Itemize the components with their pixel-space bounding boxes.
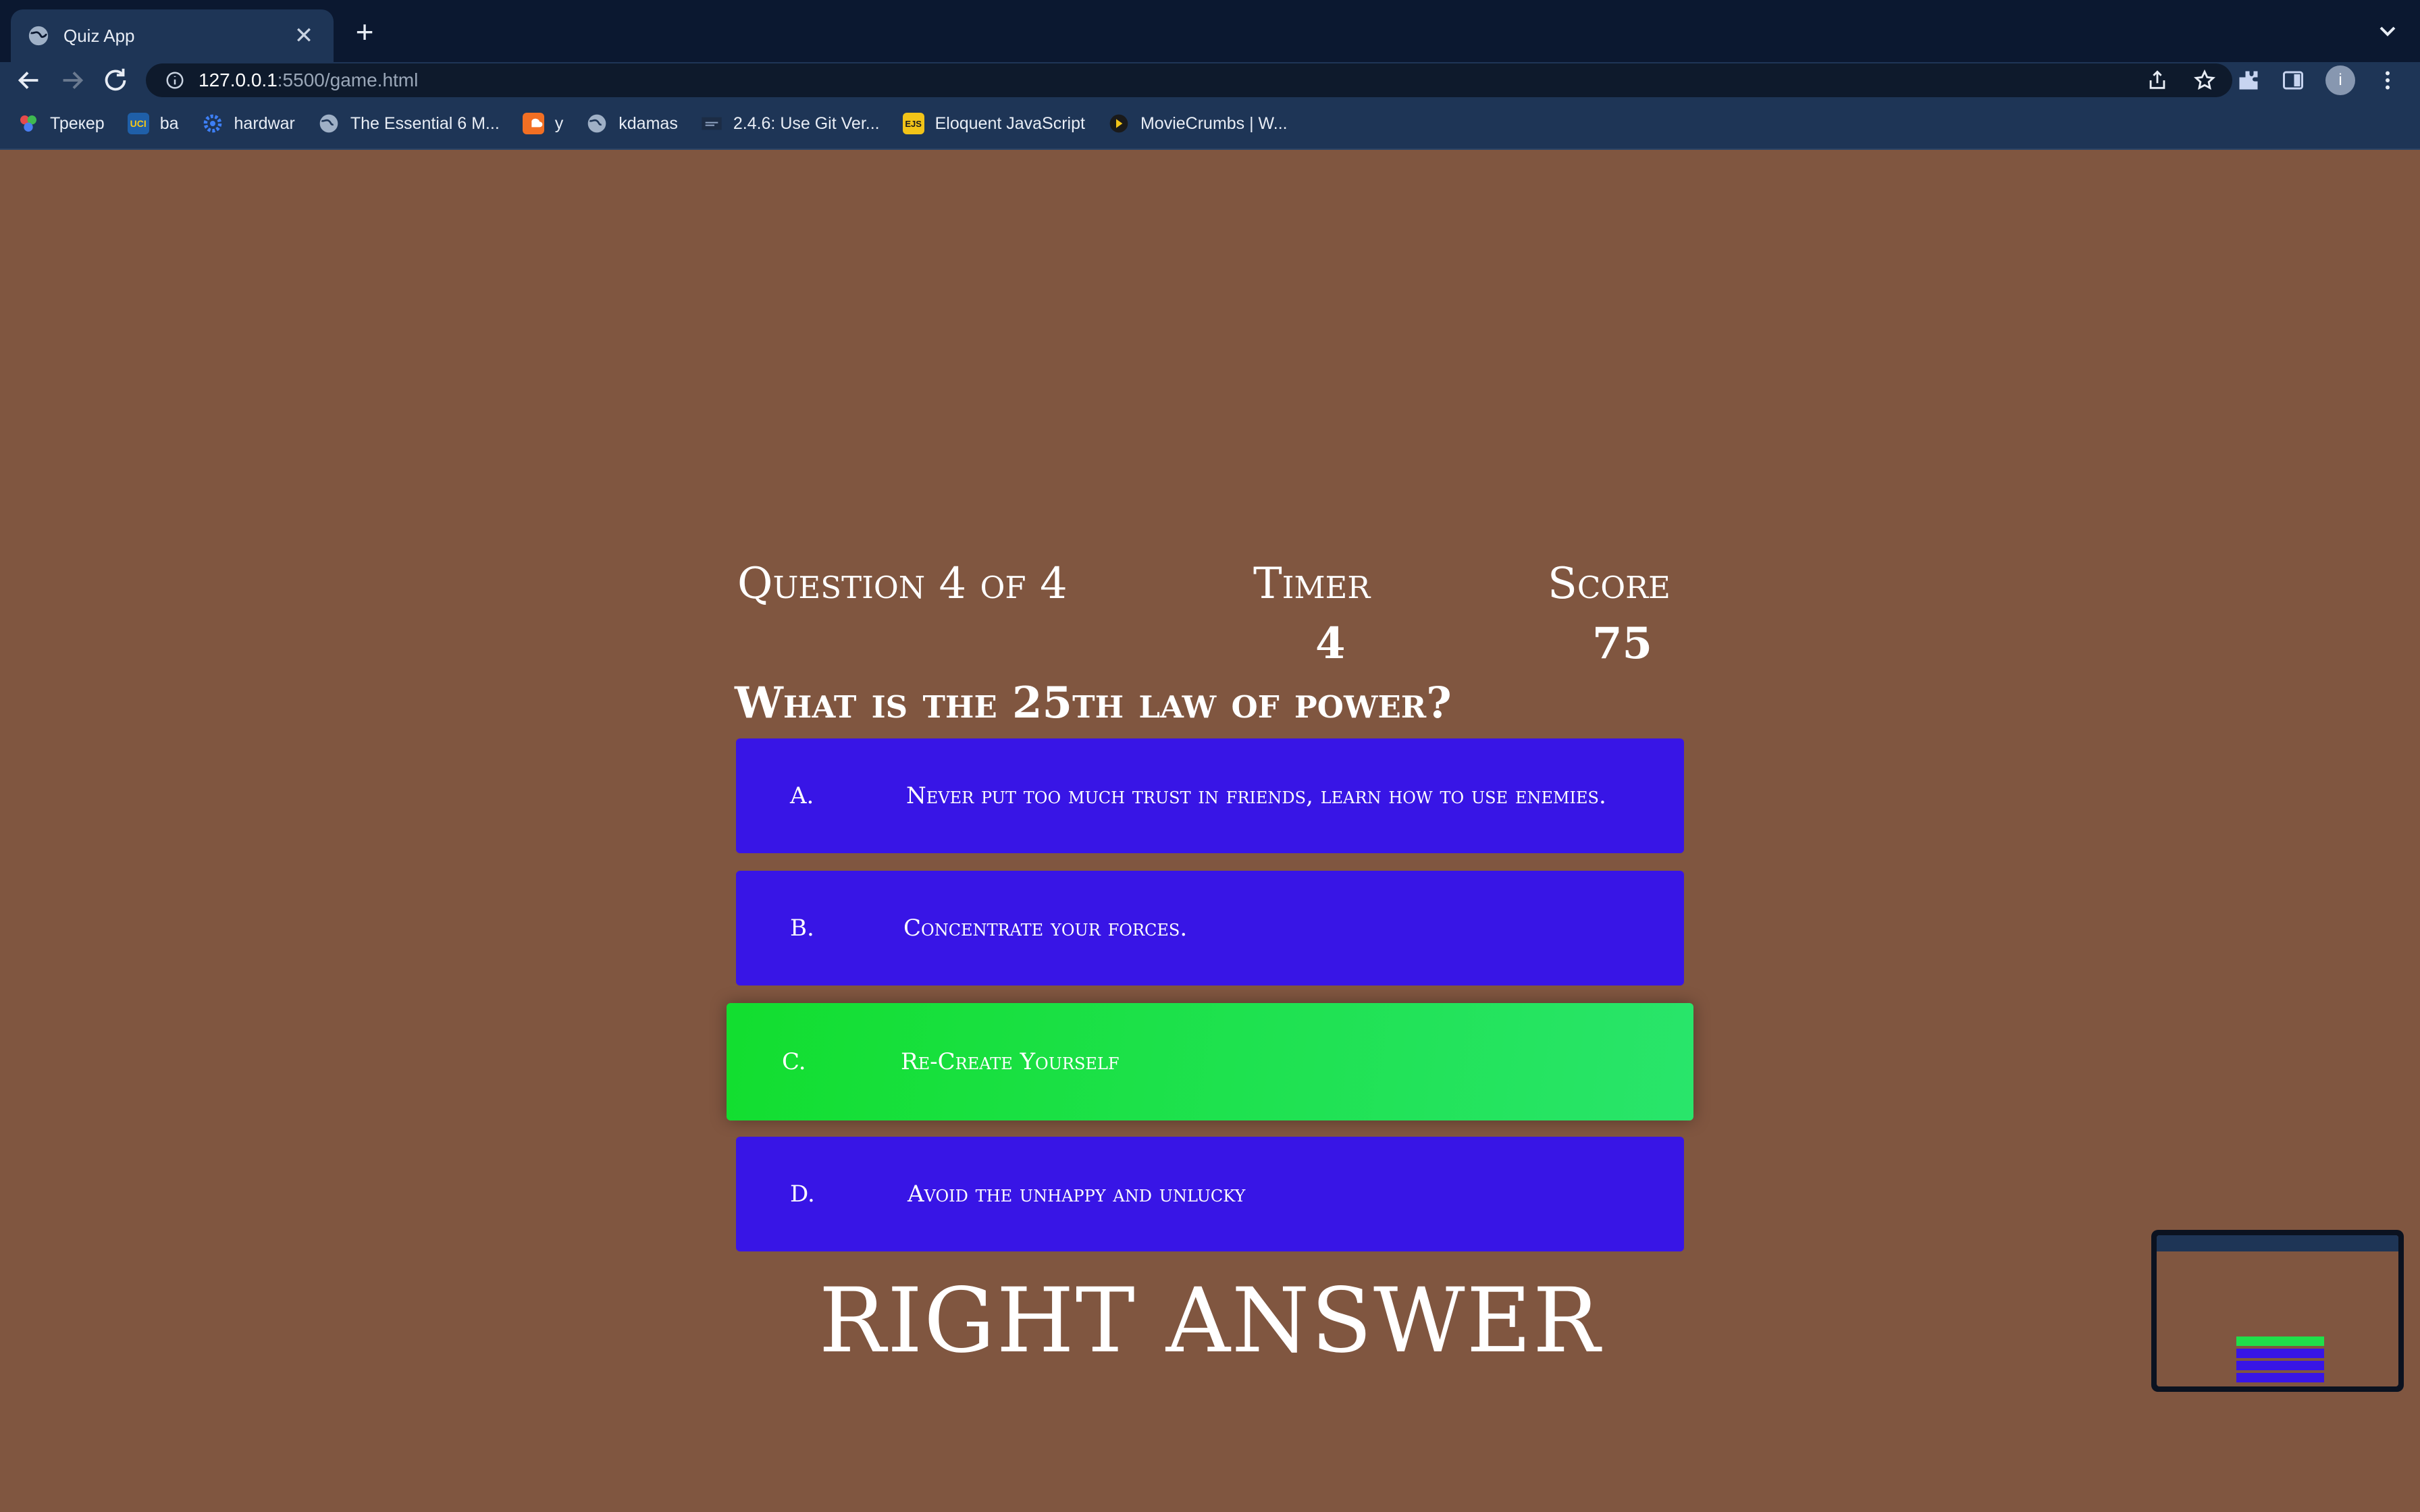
uci-icon: UCI [127, 113, 149, 134]
back-arrow-icon[interactable] [14, 65, 45, 96]
score-value: 75 [1592, 618, 1653, 669]
menu-dots-icon[interactable] [2375, 68, 2400, 92]
toolbar: 127.0.0.1:5500/game.html i [0, 62, 2420, 99]
bookmark-label: Eloquent JavaScript [935, 113, 1085, 133]
timer-value: 4 [1315, 618, 1346, 669]
choice-text: Re-Create Yourself [901, 1048, 1120, 1075]
bookmark-label: Трекер [50, 113, 105, 133]
gear-icon [203, 114, 221, 133]
bookmark-label: 2.4.6: Use Git Ver... [733, 113, 880, 133]
score-label: Score [1548, 559, 1671, 609]
bookmark-ba[interactable]: UCI ba [127, 113, 179, 134]
ejs-icon: EJS [902, 113, 924, 134]
close-icon[interactable]: ✕ [290, 22, 317, 49]
screenshot-thumbnail[interactable] [2151, 1230, 2404, 1392]
url-path: :5500/game.html [277, 70, 419, 90]
choice-c[interactable]: C. Re-Create Yourself [727, 1003, 1693, 1120]
avatar[interactable]: i [2325, 65, 2355, 95]
question-progress: Question 4 of 4 [737, 559, 1068, 609]
extensions-icon[interactable] [2236, 68, 2261, 92]
tab-title: Quiz App [63, 25, 135, 46]
tab-quiz-app[interactable]: Quiz App ✕ [11, 9, 334, 62]
timer-label: Timer [1253, 559, 1371, 609]
bookmark-label: hardwar [234, 113, 295, 133]
quiz-hud: Question 4 of 4 Timer 4 Score 75 [735, 559, 1687, 680]
bookmark-moviecrumbs[interactable]: MovieCrumbs | W... [1108, 113, 1288, 134]
bookmark-eloquent-js[interactable]: EJS Eloquent JavaScript [902, 113, 1085, 134]
globe-icon [587, 114, 606, 133]
globe-icon [319, 114, 338, 133]
info-icon[interactable] [165, 70, 185, 90]
soundcloud-icon [522, 113, 544, 134]
question-text: What is the 25th law of power? [735, 678, 1452, 728]
choice-prefix: D. [790, 1181, 815, 1208]
address-bar[interactable]: 127.0.0.1:5500/game.html [146, 63, 2232, 97]
thumbnail-chrome [2157, 1235, 2398, 1251]
thumbnail-choice [2236, 1336, 2324, 1346]
side-panel-icon[interactable] [2281, 68, 2305, 92]
url-host: 127.0.0.1 [199, 70, 278, 90]
bookmark-label: y [554, 113, 564, 133]
choice-b[interactable]: B. Concentrate your forces. [736, 871, 1684, 986]
choice-text: Never put too much trust in friends, lea… [906, 782, 1606, 809]
bookmark-label: The Essential 6 M... [350, 113, 500, 133]
choice-text: Avoid the unhappy and unlucky [908, 1181, 1246, 1208]
thumbnail-choice [2236, 1349, 2324, 1358]
tab-strip: Quiz App ✕ + [0, 0, 2420, 62]
page-icon [702, 117, 722, 130]
bookmark-git[interactable]: 2.4.6: Use Git Ver... [701, 113, 880, 134]
choice-prefix: C. [782, 1048, 806, 1075]
choice-d[interactable]: D. Avoid the unhappy and unlucky [736, 1137, 1684, 1251]
bookmark-label: ba [159, 113, 179, 133]
moviecrumbs-icon [1109, 114, 1128, 133]
bookmark-essential[interactable]: The Essential 6 M... [318, 113, 500, 134]
answer-feedback: RIGHT ANSWER [818, 1269, 1602, 1373]
share-icon[interactable] [2146, 69, 2169, 92]
forward-arrow-icon[interactable] [57, 65, 88, 96]
chevron-down-icon[interactable] [2374, 18, 2401, 45]
star-icon[interactable] [2193, 69, 2216, 92]
bookmark-label: MovieCrumbs | W... [1140, 113, 1288, 133]
url-text: 127.0.0.1:5500/game.html [199, 70, 418, 91]
choice-prefix: B. [790, 915, 814, 942]
bookmark-hardwar[interactable]: hardwar [202, 113, 295, 134]
choice-text: Concentrate your forces. [903, 915, 1188, 942]
bookmark-label: kdamas [619, 113, 678, 133]
browser-chrome: Quiz App ✕ + 127.0.0.1:5500/game.html i … [0, 0, 2420, 150]
bookmark-y[interactable]: y [522, 113, 564, 134]
bookmark-tracker[interactable]: Трекер [18, 113, 105, 134]
reload-icon[interactable] [100, 65, 131, 96]
choice-a[interactable]: A. Never put too much trust in friends, … [736, 738, 1684, 853]
tracker-icon [20, 115, 36, 132]
globe-icon [28, 26, 49, 46]
new-tab-button[interactable]: + [350, 15, 379, 49]
bookmark-kdamas[interactable]: kdamas [586, 113, 678, 134]
thumbnail-choice [2236, 1361, 2324, 1370]
choice-prefix: A. [790, 782, 814, 809]
bookmarks-bar: Трекер UCI ba hardwar The Essential 6 M.… [0, 99, 2420, 150]
thumbnail-preview [2157, 1235, 2398, 1386]
thumbnail-choice [2236, 1373, 2324, 1382]
